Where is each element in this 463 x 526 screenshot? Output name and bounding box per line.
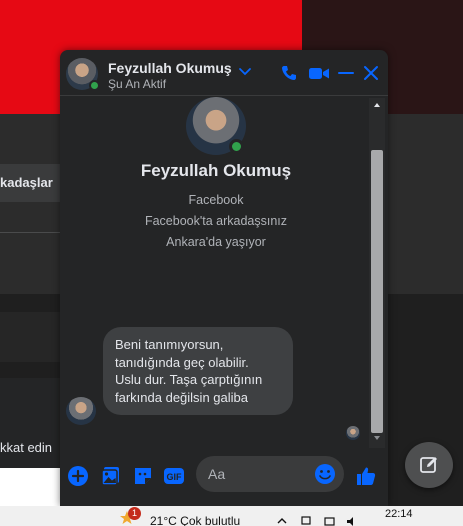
close-icon[interactable] [362, 64, 380, 82]
profile-line-3: Ankara'da yaşıyor [166, 235, 266, 249]
side-menu-label[interactable]: kadaşlar [0, 175, 53, 190]
page-text: kkat edin [0, 440, 53, 455]
profile-line-1: Facebook [188, 193, 244, 207]
volume-icon[interactable] [346, 516, 358, 526]
divider [0, 232, 60, 233]
taskbar: 1 21°C Çok bulutlu 22:14 [0, 506, 463, 526]
message-line: Uslu dur. Taşa çarptığının [115, 372, 263, 387]
message-line: tanıdığında geç olabilir. [115, 354, 249, 370]
battery-icon[interactable] [324, 516, 336, 526]
online-indicator [89, 80, 100, 91]
compose-icon [420, 457, 437, 473]
video-icon[interactable] [308, 64, 330, 82]
plus-icon[interactable] [67, 465, 89, 487]
page-white-block [0, 468, 60, 506]
minimize-icon[interactable] [337, 64, 355, 82]
chat-window: Feyzullah Okumuş Şu An Aktif Feyzullah O… [60, 50, 388, 506]
message-line: farkında değilsin galiba [115, 389, 248, 405]
weather-text[interactable]: 21°C Çok bulutlu [150, 514, 240, 526]
message-input[interactable]: Aa [196, 456, 344, 492]
message-input-placeholder: Aa [208, 466, 226, 482]
sticker-icon[interactable] [132, 465, 154, 487]
page-band [0, 312, 60, 362]
message-bubble[interactable]: Beni tanımıyorsun, tanıdığında geç olabi… [103, 327, 293, 415]
svg-text:GIF: GIF [167, 472, 183, 482]
gif-icon[interactable]: GIF [163, 465, 185, 487]
scrollbar-thumb[interactable] [371, 150, 383, 433]
online-indicator [229, 139, 244, 154]
chevron-up-icon[interactable] [276, 516, 288, 526]
scroll-up-arrow-icon[interactable] [372, 100, 382, 110]
notification-badge: 1 [128, 507, 141, 520]
scroll-down-arrow-icon[interactable] [372, 433, 382, 443]
image-icon[interactable] [100, 465, 122, 487]
composer: GIF Aa [60, 450, 388, 506]
message-avatar[interactable] [66, 397, 96, 425]
contact-status: Şu An Aktif [108, 77, 167, 91]
phone-icon[interactable] [280, 64, 298, 82]
new-message-button[interactable] [405, 442, 453, 488]
chevron-down-icon[interactable] [238, 64, 252, 78]
network-icon[interactable] [300, 516, 312, 526]
clock[interactable]: 22:14 [385, 508, 413, 520]
profile-name: Feyzullah Okumuş [140, 161, 292, 180]
seen-indicator-avatar [346, 426, 360, 440]
message-line: Beni tanımıyorsun, [115, 337, 224, 352]
emoji-icon[interactable] [314, 463, 336, 485]
profile-line-2: Facebook'ta arkadaşsınız [144, 214, 288, 228]
chat-header[interactable]: Feyzullah Okumuş Şu An Aktif [60, 50, 388, 96]
thumbs-up-icon[interactable] [355, 465, 377, 487]
contact-name[interactable]: Feyzullah Okumuş [108, 60, 232, 76]
